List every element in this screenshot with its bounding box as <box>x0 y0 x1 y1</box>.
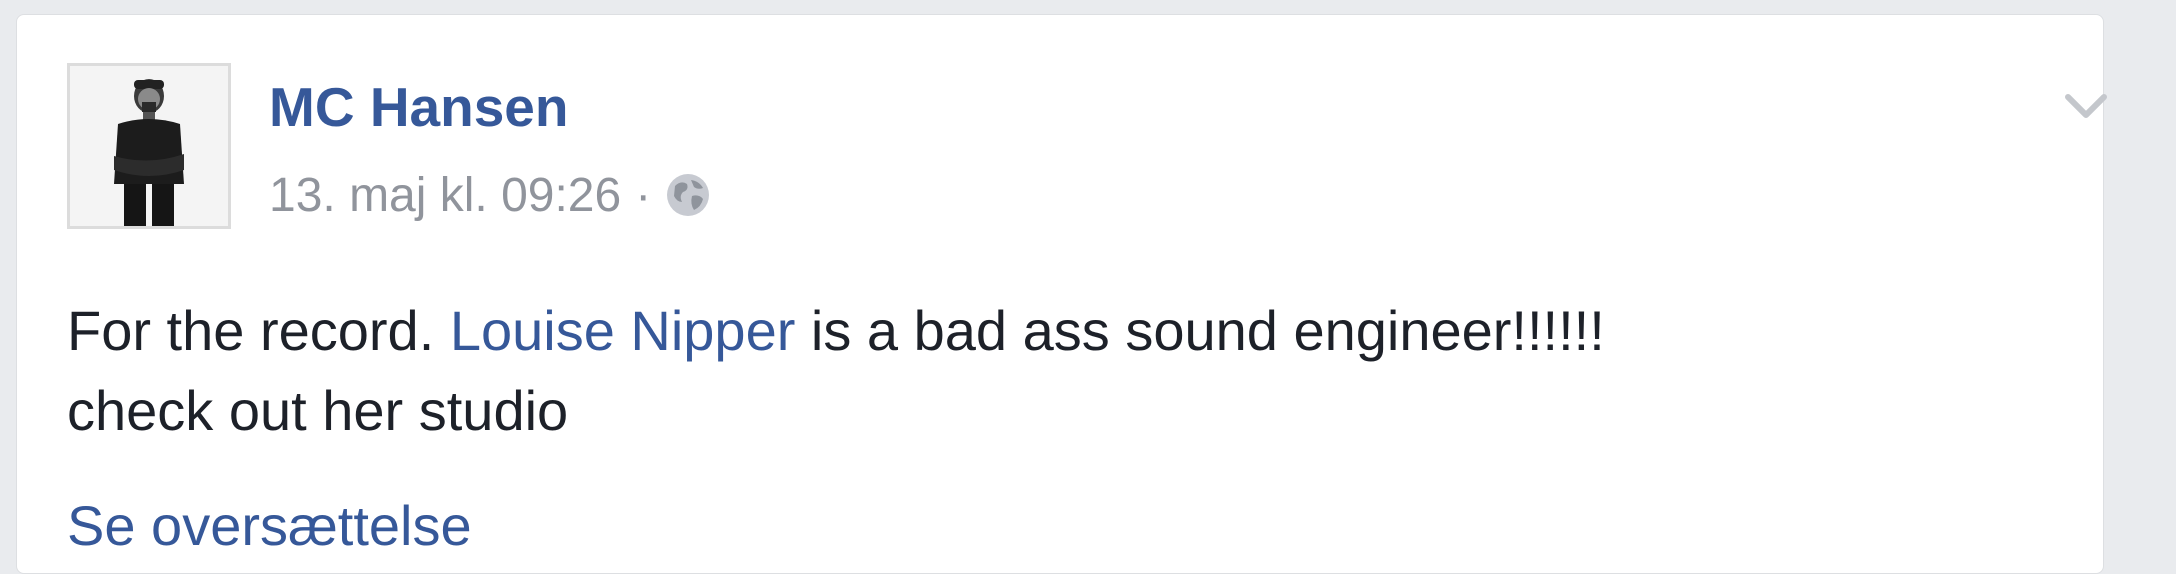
mention-link[interactable]: Louise Nipper <box>450 299 796 362</box>
post-text-before: For the record. <box>67 299 450 362</box>
globe-icon[interactable] <box>665 172 711 218</box>
meta-separator: · <box>635 168 652 222</box>
post-card: MC Hansen 13. maj kl. 09:26 · For the re… <box>16 14 2107 574</box>
avatar[interactable] <box>67 63 231 229</box>
post-text-line2: check out her studio <box>67 379 569 442</box>
author-name[interactable]: MC Hansen <box>269 75 569 139</box>
post-text-line1: For the record. Louise Nipper is a bad a… <box>67 291 1605 371</box>
avatar-photo <box>70 66 228 226</box>
post-timestamp[interactable]: 13. maj kl. 09:26 <box>269 168 621 223</box>
post-text: For the record. Louise Nipper is a bad a… <box>67 291 1605 451</box>
translate-link[interactable]: Se oversættelse <box>67 493 472 558</box>
post-text-after: is a bad ass sound engineer!!!!!! <box>795 299 1605 362</box>
chevron-down-icon[interactable] <box>2063 89 2109 125</box>
post-meta: 13. maj kl. 09:26 · <box>269 165 711 225</box>
